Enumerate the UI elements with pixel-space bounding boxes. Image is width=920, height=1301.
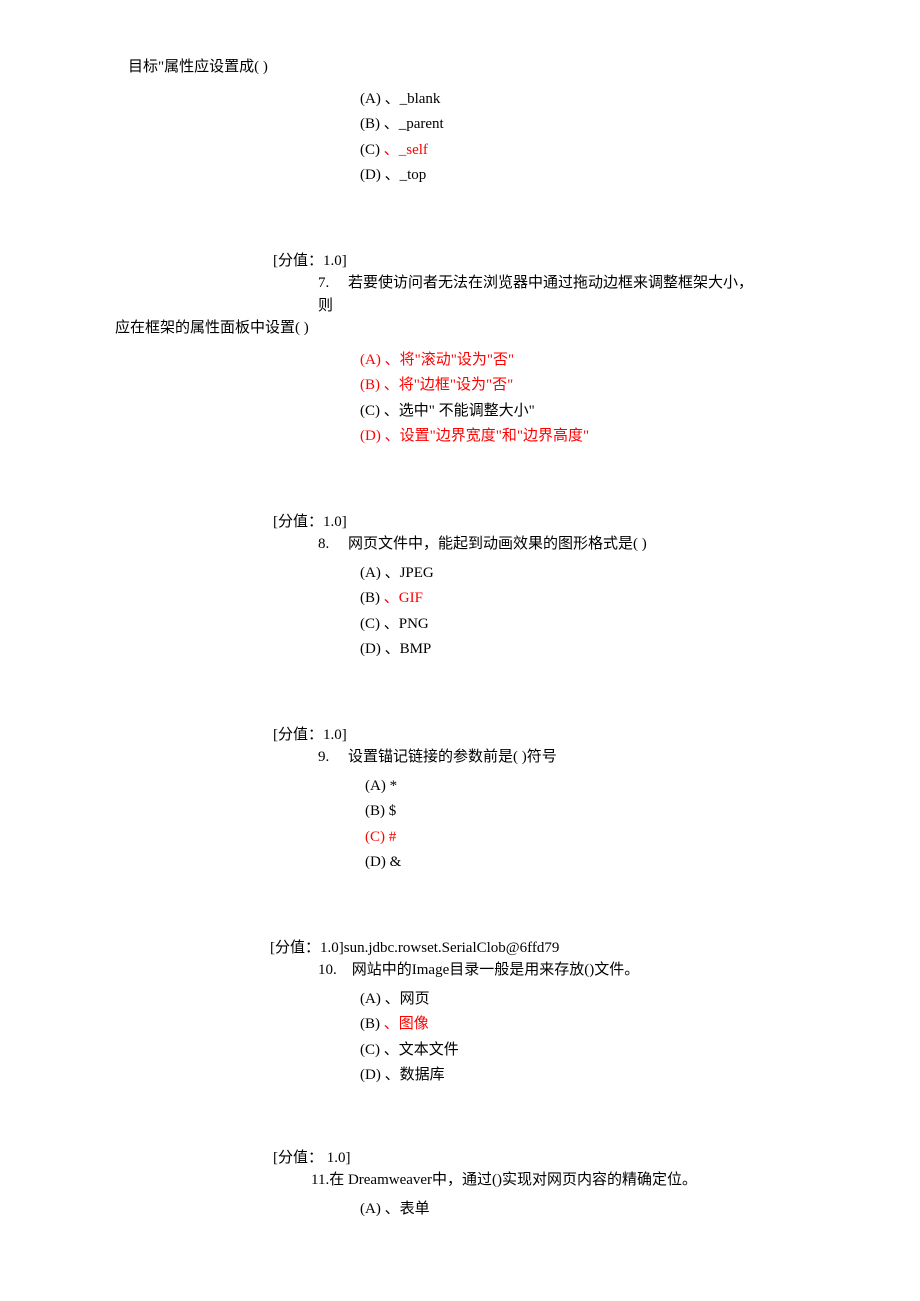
q7-option-a: (A) 、将"滚动"设为"否" [360, 349, 920, 372]
score-label-10: [分值：1.0]sun.jdbc.rowset.SerialClob@6ffd7… [270, 937, 920, 960]
q9-options: (A) * (B) $ (C) # (D) & [365, 775, 920, 874]
q10-stem: 10. 网站中的Image目录一般是用来存放()文件。 [318, 959, 920, 982]
q7-option-c: (C) 、选中" 不能调整大小" [360, 400, 920, 423]
q7-line1: 7. 若要使访问者无法在浏览器中通过拖动边框来调整框架大小， [318, 272, 920, 295]
q7-option-b: (B) 、将"边框"设为"否" [360, 374, 920, 397]
q10-option-b: (B) 、图像 [360, 1013, 920, 1036]
q9-option-b: (B) $ [365, 800, 920, 823]
q6-option-a: (A) 、_blank [360, 88, 920, 111]
q10-option-c: (C) 、文本文件 [360, 1039, 920, 1062]
q9-option-a: (A) * [365, 775, 920, 798]
q7-stem2: 应在框架的属性面板中设置( ) [115, 317, 920, 340]
q8-option-b: (B) 、GIF [360, 587, 920, 610]
q9-stem: 9. 设置锚记链接的参数前是( )符号 [318, 746, 920, 769]
q10-options: (A) 、网页 (B) 、图像 (C) 、文本文件 (D) 、数据库 [360, 988, 920, 1087]
q8-options: (A) 、JPEG (B) 、GIF (C) 、PNG (D) 、BMP [360, 562, 920, 661]
score-label-7: [分值：1.0] [273, 250, 920, 273]
q7-options: (A) 、将"滚动"设为"否" (B) 、将"边框"设为"否" (C) 、选中"… [360, 349, 920, 448]
q8-option-d: (D) 、BMP [360, 638, 920, 661]
q8-option-c: (C) 、PNG [360, 613, 920, 636]
q7-option-d: (D) 、设置"边界宽度"和"边界高度" [360, 425, 920, 448]
q6-stem: 目标"属性应设置成( ) [128, 56, 920, 79]
q8-stem: 8. 网页文件中，能起到动画效果的图形格式是( ) [318, 533, 920, 556]
q8-option-a: (A) 、JPEG [360, 562, 920, 585]
q6-option-d: (D) 、_top [360, 164, 920, 187]
q11-options: (A) 、表单 [360, 1198, 920, 1221]
q7-line2: 则 [318, 295, 920, 318]
q9-option-c: (C) # [365, 826, 920, 849]
q6-option-b: (B) 、_parent [360, 113, 920, 136]
score-label-9: [分值：1.0] [273, 724, 920, 747]
q9-option-d: (D) & [365, 851, 920, 874]
q6-option-c: (C) 、_self [360, 139, 920, 162]
score-label-11: [分值： 1.0] [273, 1147, 920, 1170]
q11-option-a: (A) 、表单 [360, 1198, 920, 1221]
q10-option-a: (A) 、网页 [360, 988, 920, 1011]
q10-option-d: (D) 、数据库 [360, 1064, 920, 1087]
q6-options: (A) 、_blank (B) 、_parent (C) 、_self (D) … [360, 88, 920, 187]
q11-stem: 11.在 Dreamweaver中，通过()实现对网页内容的精确定位。 [311, 1169, 920, 1192]
score-label-8: [分值：1.0] [273, 511, 920, 534]
